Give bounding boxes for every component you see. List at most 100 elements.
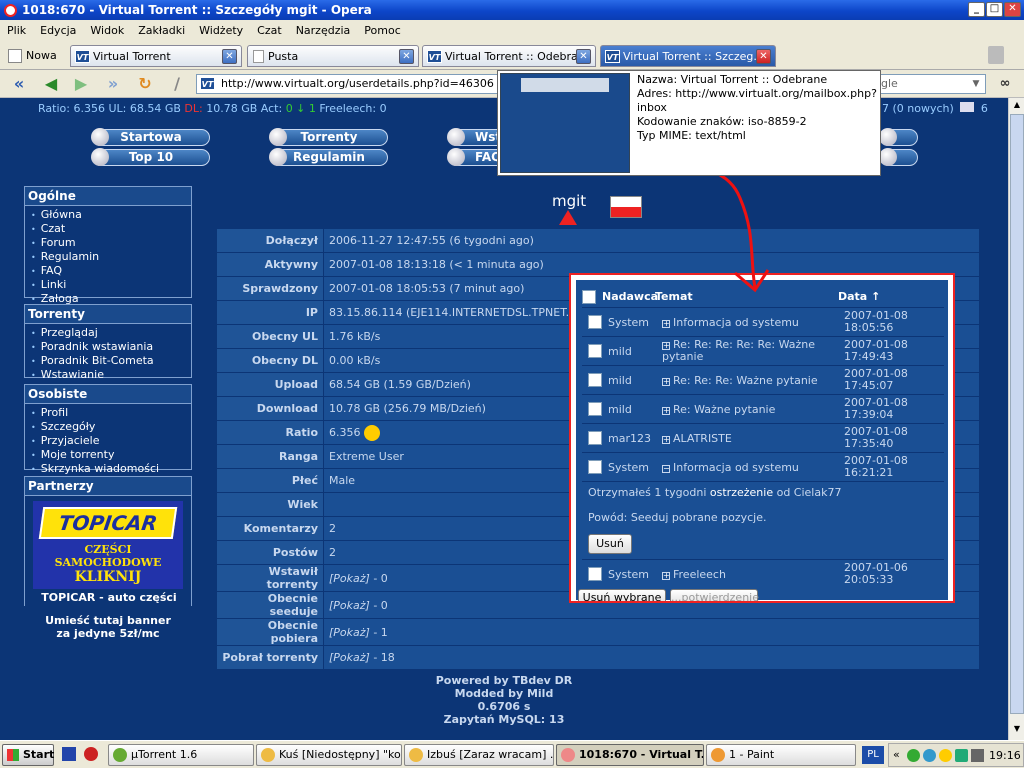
- tray-volume-icon[interactable]: [971, 749, 984, 762]
- edit-icon[interactable]: /: [166, 73, 188, 95]
- expand-icon[interactable]: +: [662, 572, 670, 580]
- message-row[interactable]: mar123 + ALATRISTE 2007-01-08 17:35:40: [582, 423, 944, 452]
- menu-widzety[interactable]: Widżety: [192, 24, 250, 37]
- message-checkbox[interactable]: [588, 567, 602, 581]
- sidebar-item-regulamin[interactable]: Regulamin: [31, 250, 191, 264]
- message-row[interactable]: mild + Re: Re: Re: Re: Re: Ważne pytanie …: [582, 336, 944, 365]
- nav-pill-right-1[interactable]: [879, 128, 918, 146]
- message-subject[interactable]: ALATRISTE: [673, 432, 732, 445]
- sidebar-item-profil[interactable]: Profil: [31, 406, 191, 420]
- show-link[interactable]: [Pokaż]: [329, 572, 370, 585]
- tray-gg-icon[interactable]: [923, 749, 936, 762]
- expand-icon[interactable]: +: [662, 378, 670, 386]
- expand-icon[interactable]: +: [662, 407, 670, 415]
- minimize-button[interactable]: _: [968, 2, 985, 17]
- message-subject[interactable]: Re: Re: Re: Re: Re: Ważne pytanie: [662, 338, 815, 363]
- banner-caption[interactable]: TOPICAR - auto części: [25, 591, 193, 604]
- nav-top10[interactable]: Top 10: [91, 148, 210, 166]
- message-checkbox[interactable]: [588, 402, 602, 416]
- opera-icon[interactable]: [84, 747, 98, 761]
- tray-smiley-icon[interactable]: [939, 749, 952, 762]
- show-link[interactable]: [Pokaż]: [329, 626, 370, 639]
- tab-szczegoly[interactable]: VT Virtual Torrent :: Szczeg... ✕: [600, 45, 776, 67]
- task-kus[interactable]: Kuś [Niedostępny] "ko...: [256, 744, 402, 766]
- nav-startowa[interactable]: Startowa: [91, 128, 210, 146]
- search-field[interactable]: gle ▼: [872, 74, 986, 94]
- sidebar-item-czat[interactable]: Czat: [31, 222, 191, 236]
- show-link[interactable]: [Pokaż]: [329, 651, 370, 664]
- tab-virtual-torrent[interactable]: VT Virtual Torrent ✕: [70, 45, 242, 67]
- maximize-button[interactable]: □: [986, 2, 1003, 17]
- message-row[interactable]: mild + Re: Re: Re: Ważne pytanie 2007-01-…: [582, 365, 944, 394]
- sidebar-item-skrzynka[interactable]: Skrzynka wiadomości: [31, 462, 191, 476]
- message-subject[interactable]: Informacja od systemu: [673, 461, 799, 474]
- sidebar-item-poradnik-bitcometa[interactable]: Poradnik Bit-Cometa: [31, 354, 191, 368]
- nav-regulamin[interactable]: Regulamin: [269, 148, 388, 166]
- delete-message-button[interactable]: Usuń: [588, 534, 632, 554]
- sidebar-item-forum[interactable]: Forum: [31, 236, 191, 250]
- save-icon[interactable]: [62, 747, 76, 761]
- tab-close-icon[interactable]: ✕: [399, 49, 414, 64]
- menu-widok[interactable]: Widok: [83, 24, 131, 37]
- tray-utorrent-icon[interactable]: [907, 749, 920, 762]
- sidebar-item-faq[interactable]: FAQ: [31, 264, 191, 278]
- close-window-button[interactable]: ✕: [1004, 2, 1021, 17]
- message-subject[interactable]: Re: Re: Re: Ważne pytanie: [673, 374, 818, 387]
- message-subject[interactable]: Informacja od systemu: [673, 316, 799, 329]
- scroll-up-icon[interactable]: ▲: [1011, 100, 1023, 112]
- forward-icon[interactable]: ▶: [70, 73, 92, 95]
- menu-narzedzia[interactable]: Narzędzia: [289, 24, 358, 37]
- message-subject[interactable]: Freeleech: [673, 568, 726, 581]
- confirm-button[interactable]: ...potwierdzenie: [670, 589, 759, 601]
- sidebar-item-linki[interactable]: Linki: [31, 278, 191, 292]
- warning-link[interactable]: ostrzeżenie: [710, 486, 773, 499]
- glasses-icon[interactable]: ∞: [994, 73, 1016, 95]
- tab-close-icon[interactable]: ✕: [222, 49, 237, 64]
- scrollbar-thumb[interactable]: [1010, 114, 1024, 714]
- message-row[interactable]: mild + Re: Ważne pytanie 2007-01-08 17:39:…: [582, 394, 944, 423]
- back-icon[interactable]: ◀: [40, 73, 62, 95]
- message-row[interactable]: System − Informacja od systemu 2007-01-08…: [582, 452, 944, 481]
- expand-icon[interactable]: +: [662, 342, 670, 350]
- expand-icon[interactable]: +: [662, 436, 670, 444]
- task-utorrent[interactable]: µTorrent 1.6: [108, 744, 254, 766]
- topicar-banner[interactable]: TOPICAR CZĘŚCI SAMOCHODOWE KLIKNIJ: [33, 501, 183, 589]
- vertical-scrollbar[interactable]: ▲ ▼: [1008, 98, 1024, 740]
- sidebar-item-szczegoly[interactable]: Szczegóły: [31, 420, 191, 434]
- start-button[interactable]: Start: [2, 744, 54, 766]
- menu-czat[interactable]: Czat: [250, 24, 289, 37]
- reload-icon[interactable]: ↻: [134, 73, 156, 95]
- task-izbus[interactable]: Izbuś [Zaraz wracam] ...: [404, 744, 554, 766]
- nav-pill-right-2[interactable]: [879, 148, 918, 166]
- sidebar-item-przegladaj[interactable]: Przeglądaj: [31, 326, 191, 340]
- scroll-down-icon[interactable]: ▼: [1011, 724, 1023, 736]
- trash-icon[interactable]: [988, 46, 1004, 64]
- messages-status[interactable]: 7 (0 nowych) 6: [882, 102, 988, 115]
- tray-network-icon[interactable]: [955, 749, 968, 762]
- message-checkbox[interactable]: [588, 344, 602, 358]
- message-checkbox[interactable]: [588, 315, 602, 329]
- expand-icon[interactable]: +: [662, 320, 670, 328]
- task-opera[interactable]: 1018:670 - Virtual T...: [556, 744, 704, 766]
- tray-expand-icon[interactable]: «: [893, 748, 900, 761]
- sidebar-item-glowna[interactable]: Główna: [31, 208, 191, 222]
- menu-edycja[interactable]: Edycja: [33, 24, 83, 37]
- message-row[interactable]: System + Freeleech 2007-01-06 20:05:33: [582, 559, 944, 588]
- language-indicator[interactable]: PL: [862, 746, 884, 764]
- rewind-icon[interactable]: «: [8, 73, 30, 95]
- sidebar-item-moje-torrenty[interactable]: Moje torrenty: [31, 448, 191, 462]
- message-subject[interactable]: Re: Ważne pytanie: [673, 403, 775, 416]
- tab-close-icon[interactable]: ✕: [756, 49, 771, 64]
- sidebar-item-wstawianie[interactable]: Wstawianie: [31, 368, 191, 382]
- menu-plik[interactable]: Plik: [0, 24, 33, 37]
- show-link[interactable]: [Pokaż]: [329, 599, 370, 612]
- menu-pomoc[interactable]: Pomoc: [357, 24, 407, 37]
- message-checkbox[interactable]: [588, 460, 602, 474]
- tab-odebrane[interactable]: VT Virtual Torrent :: Odebrane ✕: [422, 45, 596, 67]
- nav-torrenty[interactable]: Torrenty: [269, 128, 388, 146]
- sidebar-item-przyjaciele[interactable]: Przyjaciele: [31, 434, 191, 448]
- collapse-icon[interactable]: −: [662, 465, 670, 473]
- tab-pusta[interactable]: Pusta ✕: [247, 45, 419, 67]
- message-checkbox[interactable]: [588, 431, 602, 445]
- chevron-down-icon[interactable]: ▼: [969, 77, 983, 91]
